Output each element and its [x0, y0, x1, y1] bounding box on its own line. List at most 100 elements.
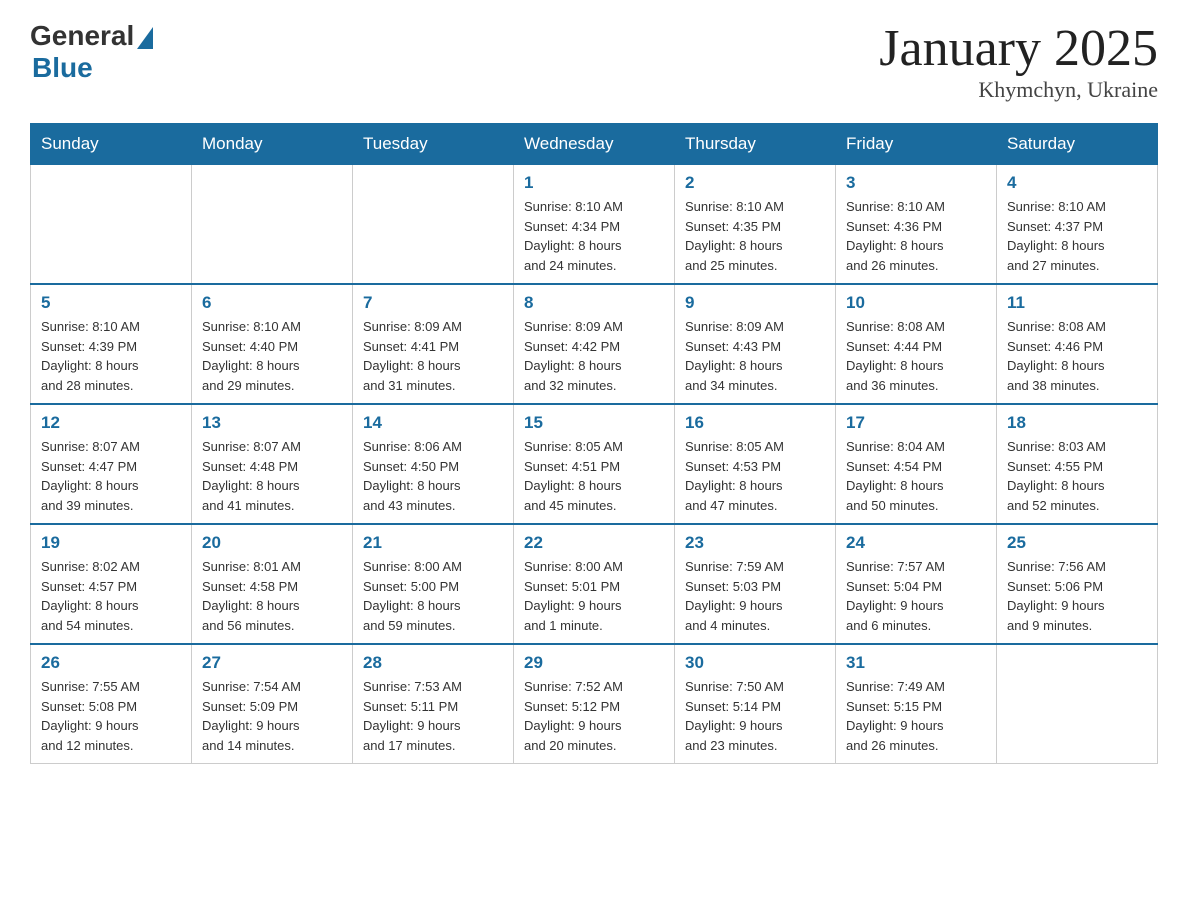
- header-wednesday: Wednesday: [514, 124, 675, 165]
- day-number: 19: [41, 533, 181, 553]
- day-info: Sunrise: 7:54 AMSunset: 5:09 PMDaylight:…: [202, 677, 342, 755]
- calendar-table: Sunday Monday Tuesday Wednesday Thursday…: [30, 123, 1158, 764]
- day-number: 18: [1007, 413, 1147, 433]
- day-info: Sunrise: 8:08 AMSunset: 4:46 PMDaylight:…: [1007, 317, 1147, 395]
- day-info: Sunrise: 8:10 AMSunset: 4:34 PMDaylight:…: [524, 197, 664, 275]
- day-info: Sunrise: 8:01 AMSunset: 4:58 PMDaylight:…: [202, 557, 342, 635]
- day-info: Sunrise: 7:53 AMSunset: 5:11 PMDaylight:…: [363, 677, 503, 755]
- calendar-cell: 15 Sunrise: 8:05 AMSunset: 4:51 PMDayligh…: [514, 404, 675, 524]
- day-info: Sunrise: 8:09 AMSunset: 4:43 PMDaylight:…: [685, 317, 825, 395]
- day-number: 5: [41, 293, 181, 313]
- day-number: 26: [41, 653, 181, 673]
- day-info: Sunrise: 7:50 AMSunset: 5:14 PMDaylight:…: [685, 677, 825, 755]
- day-number: 10: [846, 293, 986, 313]
- calendar-cell: 1 Sunrise: 8:10 AMSunset: 4:34 PMDaylight…: [514, 165, 675, 285]
- day-number: 11: [1007, 293, 1147, 313]
- calendar-week-5: 26 Sunrise: 7:55 AMSunset: 5:08 PMDayligh…: [31, 644, 1158, 764]
- header-tuesday: Tuesday: [353, 124, 514, 165]
- calendar-week-3: 12Sunrise: 8:07 AMSunset: 4:47 PMDayligh…: [31, 404, 1158, 524]
- calendar-cell: 30 Sunrise: 7:50 AMSunset: 5:14 PMDayligh…: [675, 644, 836, 764]
- day-number: 4: [1007, 173, 1147, 193]
- calendar-cell: 13 Sunrise: 8:07 AMSunset: 4:48 PMDayligh…: [192, 404, 353, 524]
- header-sunday: Sunday: [31, 124, 192, 165]
- day-info: Sunrise: 8:09 AMSunset: 4:41 PMDaylight:…: [363, 317, 503, 395]
- day-info: Sunrise: 8:10 AMSunset: 4:40 PMDaylight:…: [202, 317, 342, 395]
- calendar-cell: 11 Sunrise: 8:08 AMSunset: 4:46 PMDayligh…: [997, 284, 1158, 404]
- header-thursday: Thursday: [675, 124, 836, 165]
- day-number: 22: [524, 533, 664, 553]
- calendar-cell: 20 Sunrise: 8:01 AMSunset: 4:58 PMDayligh…: [192, 524, 353, 644]
- day-number: 21: [363, 533, 503, 553]
- calendar-cell: 25 Sunrise: 7:56 AMSunset: 5:06 PMDayligh…: [997, 524, 1158, 644]
- calendar-week-2: 5 Sunrise: 8:10 AMSunset: 4:39 PMDaylight…: [31, 284, 1158, 404]
- header-saturday: Saturday: [997, 124, 1158, 165]
- day-number: 17: [846, 413, 986, 433]
- calendar-week-1: 1 Sunrise: 8:10 AMSunset: 4:34 PMDaylight…: [31, 165, 1158, 285]
- day-number: 8: [524, 293, 664, 313]
- day-number: 25: [1007, 533, 1147, 553]
- calendar-cell: 9 Sunrise: 8:09 AMSunset: 4:43 PMDaylight…: [675, 284, 836, 404]
- day-info: Sunrise: 7:57 AMSunset: 5:04 PMDaylight:…: [846, 557, 986, 635]
- day-number: 20: [202, 533, 342, 553]
- day-info: Sunrise: 8:05 AMSunset: 4:51 PMDaylight:…: [524, 437, 664, 515]
- page-header: General Blue January 2025 Khymchyn, Ukra…: [30, 20, 1158, 103]
- weekday-header-row: Sunday Monday Tuesday Wednesday Thursday…: [31, 124, 1158, 165]
- calendar-cell: 2 Sunrise: 8:10 AMSunset: 4:35 PMDaylight…: [675, 165, 836, 285]
- calendar-title: January 2025: [879, 20, 1158, 77]
- day-number: 16: [685, 413, 825, 433]
- calendar-cell: 4 Sunrise: 8:10 AMSunset: 4:37 PMDaylight…: [997, 165, 1158, 285]
- calendar-cell: 12Sunrise: 8:07 AMSunset: 4:47 PMDayligh…: [31, 404, 192, 524]
- calendar-cell: [353, 165, 514, 285]
- day-number: 24: [846, 533, 986, 553]
- calendar-cell: 23 Sunrise: 7:59 AMSunset: 5:03 PMDayligh…: [675, 524, 836, 644]
- day-info: Sunrise: 8:10 AMSunset: 4:39 PMDaylight:…: [41, 317, 181, 395]
- header-monday: Monday: [192, 124, 353, 165]
- day-info: Sunrise: 8:08 AMSunset: 4:44 PMDaylight:…: [846, 317, 986, 395]
- calendar-cell: 16 Sunrise: 8:05 AMSunset: 4:53 PMDayligh…: [675, 404, 836, 524]
- calendar-location: Khymchyn, Ukraine: [879, 77, 1158, 103]
- day-info: Sunrise: 7:56 AMSunset: 5:06 PMDaylight:…: [1007, 557, 1147, 635]
- day-info: Sunrise: 8:10 AMSunset: 4:35 PMDaylight:…: [685, 197, 825, 275]
- day-number: 13: [202, 413, 342, 433]
- calendar-cell: [192, 165, 353, 285]
- title-section: January 2025 Khymchyn, Ukraine: [879, 20, 1158, 103]
- day-info: Sunrise: 8:07 AMSunset: 4:48 PMDaylight:…: [202, 437, 342, 515]
- day-number: 31: [846, 653, 986, 673]
- calendar-cell: 28Sunrise: 7:53 AMSunset: 5:11 PMDayligh…: [353, 644, 514, 764]
- calendar-cell: 5 Sunrise: 8:10 AMSunset: 4:39 PMDaylight…: [31, 284, 192, 404]
- day-number: 7: [363, 293, 503, 313]
- day-info: Sunrise: 8:04 AMSunset: 4:54 PMDaylight:…: [846, 437, 986, 515]
- day-info: Sunrise: 8:05 AMSunset: 4:53 PMDaylight:…: [685, 437, 825, 515]
- day-info: Sunrise: 8:10 AMSunset: 4:37 PMDaylight:…: [1007, 197, 1147, 275]
- day-number: 1: [524, 173, 664, 193]
- day-info: Sunrise: 8:00 AMSunset: 5:00 PMDaylight:…: [363, 557, 503, 635]
- day-number: 27: [202, 653, 342, 673]
- calendar-cell: 21 Sunrise: 8:00 AMSunset: 5:00 PMDayligh…: [353, 524, 514, 644]
- day-info: Sunrise: 7:55 AMSunset: 5:08 PMDaylight:…: [41, 677, 181, 755]
- calendar-cell: [997, 644, 1158, 764]
- calendar-cell: 7 Sunrise: 8:09 AMSunset: 4:41 PMDaylight…: [353, 284, 514, 404]
- day-info: Sunrise: 8:09 AMSunset: 4:42 PMDaylight:…: [524, 317, 664, 395]
- day-info: Sunrise: 8:00 AMSunset: 5:01 PMDaylight:…: [524, 557, 664, 635]
- calendar-cell: 27 Sunrise: 7:54 AMSunset: 5:09 PMDayligh…: [192, 644, 353, 764]
- calendar-cell: 26 Sunrise: 7:55 AMSunset: 5:08 PMDayligh…: [31, 644, 192, 764]
- calendar-cell: 31Sunrise: 7:49 AMSunset: 5:15 PMDayligh…: [836, 644, 997, 764]
- logo-triangle-icon: [137, 27, 153, 49]
- day-number: 6: [202, 293, 342, 313]
- calendar-cell: 24 Sunrise: 7:57 AMSunset: 5:04 PMDayligh…: [836, 524, 997, 644]
- calendar-cell: 29Sunrise: 7:52 AMSunset: 5:12 PMDayligh…: [514, 644, 675, 764]
- day-number: 30: [685, 653, 825, 673]
- day-info: Sunrise: 7:52 AMSunset: 5:12 PMDaylight:…: [524, 677, 664, 755]
- calendar-cell: 14Sunrise: 8:06 AMSunset: 4:50 PMDayligh…: [353, 404, 514, 524]
- day-number: 15: [524, 413, 664, 433]
- day-info: Sunrise: 8:07 AMSunset: 4:47 PMDaylight:…: [41, 437, 181, 515]
- day-number: 9: [685, 293, 825, 313]
- day-number: 23: [685, 533, 825, 553]
- calendar-cell: 17 Sunrise: 8:04 AMSunset: 4:54 PMDayligh…: [836, 404, 997, 524]
- calendar-cell: 19Sunrise: 8:02 AMSunset: 4:57 PMDayligh…: [31, 524, 192, 644]
- calendar-cell: [31, 165, 192, 285]
- header-friday: Friday: [836, 124, 997, 165]
- day-number: 2: [685, 173, 825, 193]
- day-info: Sunrise: 7:59 AMSunset: 5:03 PMDaylight:…: [685, 557, 825, 635]
- calendar-cell: 10 Sunrise: 8:08 AMSunset: 4:44 PMDayligh…: [836, 284, 997, 404]
